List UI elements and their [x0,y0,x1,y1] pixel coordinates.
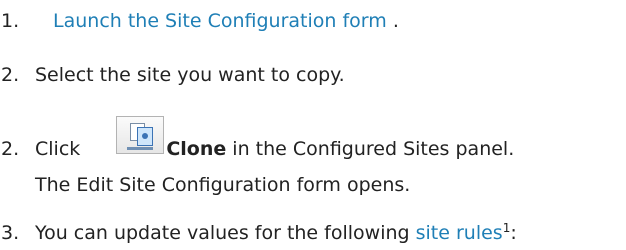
step-1-suffix: . [386,10,399,32]
step-clone-suffix: in the Configured Sites panel. [226,138,515,160]
step-2-clone: 2. Click Clone in the Configured Sites pa… [0,137,514,161]
step-3: 3. You can update values for the followin… [0,221,517,245]
step-2-text: Select the site you want to copy. [35,64,345,86]
step-click-prefix: Click [35,138,87,160]
clone-label: Clone [166,138,227,160]
launch-site-configuration-link[interactable]: Launch the Site Configuration form [53,10,387,32]
step-2-result: The Edit Site Configuration form opens. [35,173,410,197]
step-2: 2. Select the site you want to copy. [0,63,345,87]
procedure-page: { "steps": [ { "number": "1.", "link_tex… [0,0,626,250]
step-3-prefix: You can update values for the following [35,222,416,244]
step-result-text: The Edit Site Configuration form opens. [35,174,411,196]
step-number: 3. [1,222,20,244]
step-number: 2. [1,138,20,160]
step-number: 2. [1,64,20,86]
step-number: 1. [1,10,20,32]
step-1: 1. Launch the Site Configuration form . [0,9,399,33]
site-rules-link[interactable]: site rules [416,222,503,244]
step-3-suffix: : [510,222,517,244]
